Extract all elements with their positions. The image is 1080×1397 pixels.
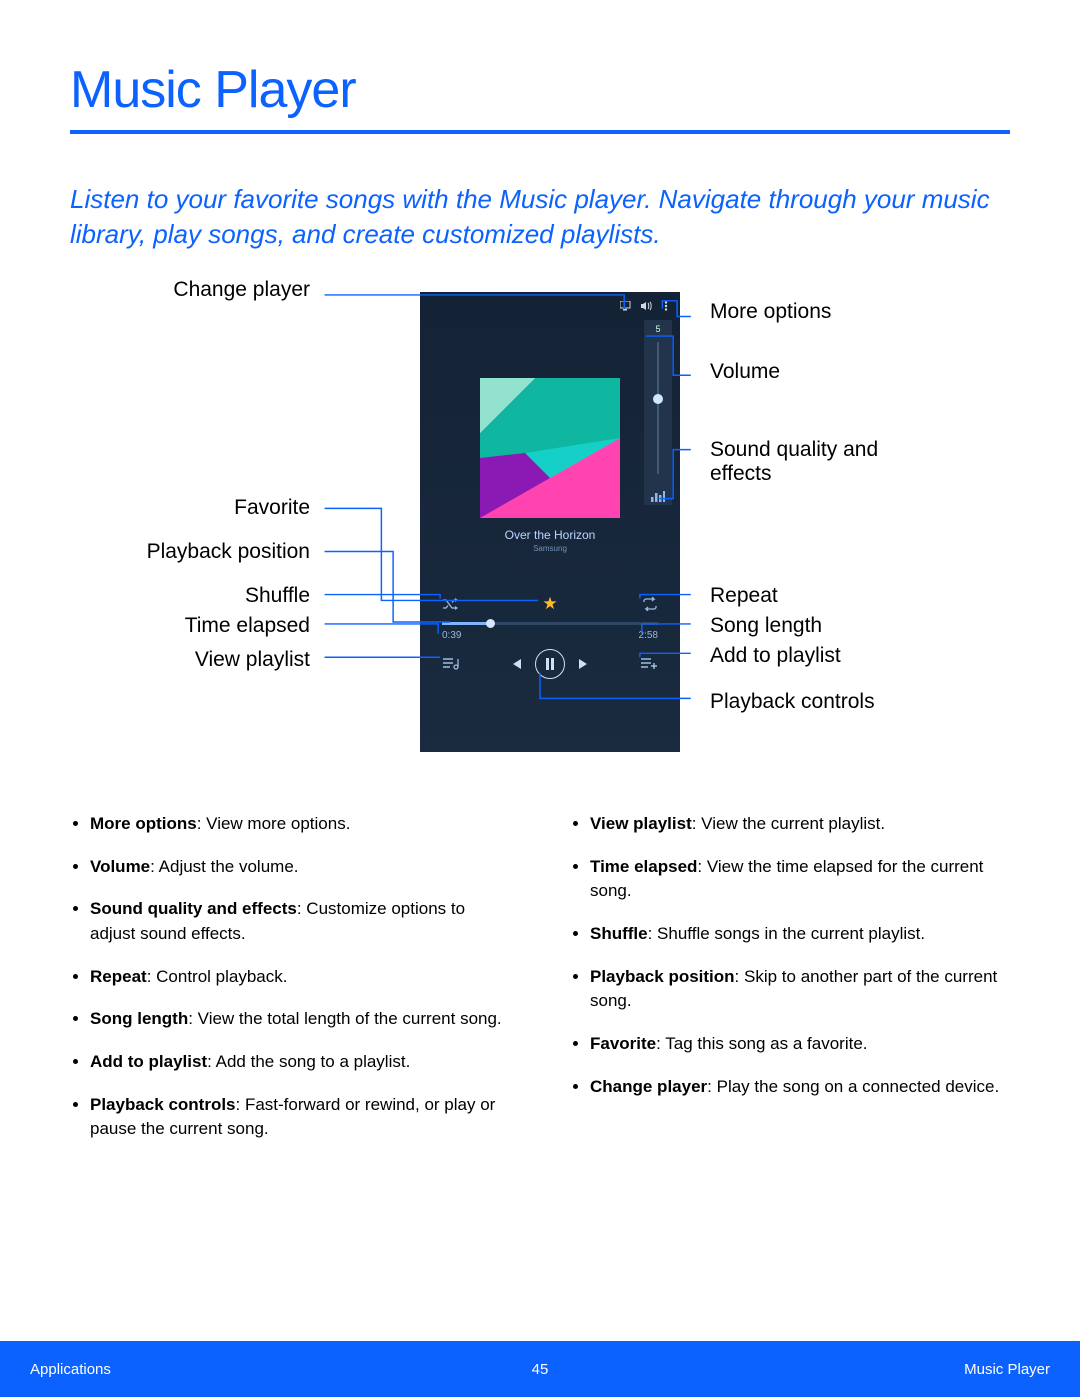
song-title: Over the Horizon — [420, 528, 680, 542]
title-rule — [70, 130, 1010, 134]
time-elapsed: 0:39 — [442, 630, 461, 641]
time-length: 2:58 — [639, 630, 658, 641]
play-pause-button[interactable] — [535, 649, 565, 679]
label-volume: Volume — [710, 360, 780, 384]
bullet-item: More options: View more options. — [90, 812, 510, 837]
page-title: Music Player — [70, 60, 1010, 120]
bullet-item: Playback controls: Fast-forward or rewin… — [90, 1093, 510, 1142]
song-artist: Samsung — [420, 544, 680, 553]
playback-controls — [505, 649, 595, 679]
volume-level: 5 — [644, 320, 672, 334]
bullet-item: Add to playlist: Add the song to a playl… — [90, 1050, 510, 1075]
more-options-icon[interactable] — [660, 298, 672, 308]
bullet-item: Time elapsed: View the time elapsed for … — [590, 855, 1010, 904]
equalizer-icon[interactable] — [651, 489, 665, 501]
seek-bar[interactable] — [442, 622, 658, 625]
label-repeat: Repeat — [710, 584, 778, 608]
intro-text: Listen to your favorite songs with the M… — [70, 182, 1010, 252]
bullet-item: Change player: Play the song on a connec… — [590, 1075, 1010, 1100]
diagram-area: Change player Favorite Playback position… — [70, 282, 1010, 772]
speaker-icon[interactable] — [640, 298, 652, 308]
label-song-length: Song length — [710, 614, 822, 638]
bullet-item: Favorite: Tag this song as a favorite. — [590, 1032, 1010, 1057]
label-playback-position: Playback position — [147, 540, 310, 564]
description-columns: More options: View more options. Volume: … — [70, 812, 1010, 1160]
add-to-playlist-icon[interactable] — [640, 656, 658, 672]
bullet-item: Sound quality and effects: Customize opt… — [90, 897, 510, 946]
seek-thumb[interactable] — [486, 619, 495, 628]
favorite-icon[interactable]: ★ — [542, 594, 557, 614]
album-art — [480, 378, 620, 518]
bullets-right: View playlist: View the current playlist… — [570, 812, 1010, 1160]
bullet-item: Repeat: Control playback. — [90, 965, 510, 990]
label-shuffle: Shuffle — [245, 584, 310, 608]
bullet-item: Song length: View the total length of th… — [90, 1007, 510, 1032]
next-icon[interactable] — [577, 657, 595, 671]
bullet-item: View playlist: View the current playlist… — [590, 812, 1010, 837]
previous-icon[interactable] — [505, 657, 523, 671]
label-time-elapsed: Time elapsed — [185, 614, 310, 638]
label-more-options: More options — [710, 300, 831, 324]
volume-slider-thumb[interactable] — [653, 394, 663, 404]
playlist-icon[interactable] — [442, 656, 460, 672]
bullet-item: Playback position: Skip to another part … — [590, 965, 1010, 1014]
label-view-playlist: View playlist — [195, 648, 310, 672]
bullet-item: Volume: Adjust the volume. — [90, 855, 510, 880]
page-footer: Applications 45 Music Player — [0, 1341, 1080, 1397]
bullets-left: More options: View more options. Volume: … — [70, 812, 510, 1160]
repeat-icon[interactable] — [642, 597, 658, 611]
label-add-to-playlist: Add to playlist — [710, 644, 841, 668]
bullet-item: Shuffle: Shuffle songs in the current pl… — [590, 922, 1010, 947]
label-playback-controls: Playback controls — [710, 690, 875, 714]
phone-screenshot: 5 Over the Horizon Samsung — [420, 292, 680, 752]
shuffle-icon[interactable] — [442, 597, 458, 611]
label-change-player: Change player — [173, 278, 310, 302]
footer-page: 45 — [0, 1361, 1080, 1378]
volume-panel[interactable]: 5 — [644, 320, 672, 505]
change-player-icon[interactable] — [620, 298, 632, 308]
label-favorite: Favorite — [234, 496, 310, 520]
label-sound-quality: Sound quality and effects — [710, 438, 890, 486]
